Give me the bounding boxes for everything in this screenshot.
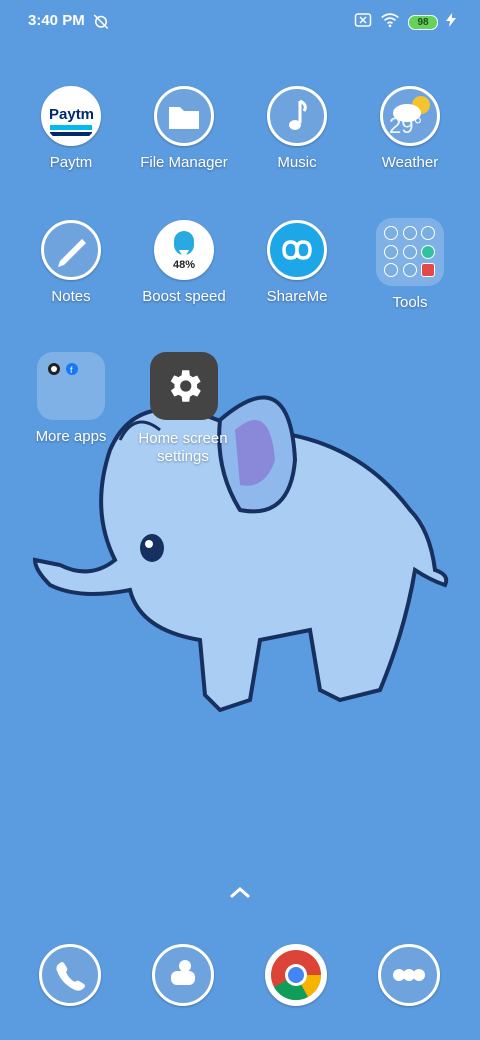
- home-screen-settings-label: Home screen settings: [138, 430, 228, 465]
- phone-button[interactable]: [39, 944, 101, 1006]
- pen-icon: [41, 220, 101, 280]
- app-file-manager[interactable]: File Manager: [128, 86, 240, 171]
- chrome-button[interactable]: [265, 944, 327, 1006]
- paytm-logo-text: Paytm: [49, 106, 94, 123]
- paytm-icon: Paytm: [41, 86, 101, 146]
- boost-value: 48%: [172, 259, 196, 271]
- app-label: Music: [277, 154, 317, 171]
- gear-icon: [170, 370, 201, 402]
- app-label: ShareMe: [266, 288, 328, 305]
- camera-icon: [393, 969, 425, 981]
- app-paytm[interactable]: Paytm Paytm: [15, 86, 127, 171]
- status-right-icons: 98: [354, 12, 456, 33]
- app-label: Paytm: [49, 154, 93, 171]
- rocket-icon: 48%: [154, 220, 214, 280]
- battery-indicator: 98: [408, 15, 438, 30]
- status-time: 3:40 PM: [28, 12, 85, 29]
- charging-icon: [446, 13, 456, 32]
- alarm-off-icon: [92, 12, 110, 35]
- chrome-icon: [271, 950, 322, 1001]
- folder-more-apps[interactable]: f More apps: [15, 352, 127, 445]
- home-screen-settings-button[interactable]: [150, 352, 218, 420]
- chevron-up-icon[interactable]: [228, 884, 252, 905]
- app-label: Boost speed: [142, 288, 226, 305]
- wifi-icon: [380, 12, 400, 33]
- status-bar: 3:40 PM 98: [0, 0, 480, 44]
- app-music[interactable]: Music: [241, 86, 353, 171]
- music-note-icon: [267, 86, 327, 146]
- weather-temp: 29°: [389, 113, 423, 138]
- weather-icon: 29°: [380, 86, 440, 146]
- app-label: Notes: [51, 288, 91, 305]
- infinity-icon: [267, 220, 327, 280]
- messaging-button[interactable]: [152, 944, 214, 1006]
- folder-icon: [154, 86, 214, 146]
- folder-icon: f: [37, 352, 105, 420]
- app-label: Weather: [381, 154, 439, 171]
- app-shareme[interactable]: ShareMe: [241, 220, 353, 305]
- app-boost-speed[interactable]: 48% Boost speed: [128, 220, 240, 305]
- folder-icon: [376, 218, 444, 286]
- app-label: File Manager: [140, 154, 228, 171]
- folder-label: More apps: [35, 428, 107, 445]
- camera-button[interactable]: [378, 944, 440, 1006]
- app-weather[interactable]: 29° Weather: [354, 86, 466, 171]
- sim-off-icon: [354, 13, 372, 32]
- phone-icon: [56, 962, 85, 991]
- app-notes[interactable]: Notes: [15, 220, 127, 305]
- folder-tools[interactable]: Tools: [354, 218, 466, 311]
- folder-label: Tools: [392, 294, 428, 311]
- messaging-icon: [171, 960, 195, 985]
